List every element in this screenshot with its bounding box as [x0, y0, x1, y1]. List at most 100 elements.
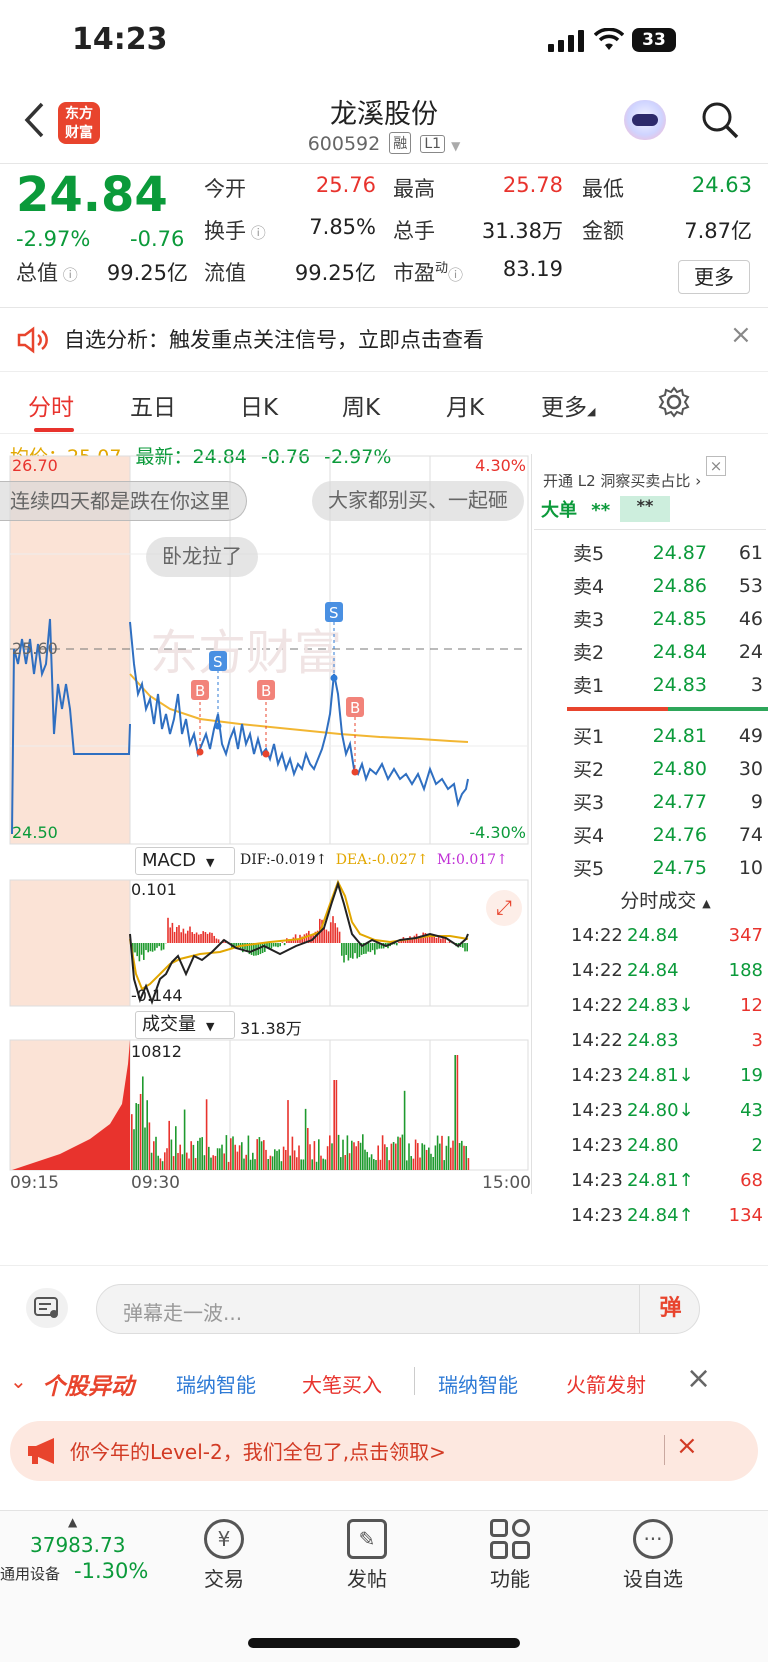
volume-bar [331, 1143, 333, 1170]
notice-text: 自选分析：触发重点关注信号，立即点击查看 [64, 328, 484, 352]
volume-bar [212, 1155, 214, 1170]
danmu-list-icon[interactable] [26, 1288, 68, 1328]
volume-bar [150, 1152, 153, 1170]
nav-functions[interactable]: 功能 [460, 1519, 560, 1592]
volume-bar [346, 1135, 349, 1170]
tab-weekly-k[interactable]: 周K [342, 388, 380, 422]
volume-indicator-select[interactable]: 成交量 ▼ [135, 1011, 235, 1039]
settings-gear-icon[interactable] [658, 386, 690, 418]
tick-row: 14:23 24.81↓ 19 [563, 1058, 768, 1093]
volume-bar [337, 1134, 340, 1170]
level-tag: L1 [420, 135, 446, 153]
danmu-bubble[interactable]: 大家都别买、一起砸 [312, 481, 524, 521]
volume-bar [267, 1159, 269, 1170]
high-label: 最高 [393, 177, 435, 201]
volume-bar [335, 1080, 338, 1170]
grid-icon [490, 1519, 530, 1559]
tab-five-day[interactable]: 五日 [130, 388, 176, 422]
volume-bar [390, 1143, 393, 1170]
volume-bar [359, 1142, 362, 1170]
close-icon[interactable]: × [686, 1361, 711, 1396]
danmu-send-button[interactable]: 弹 [639, 1285, 701, 1333]
danmu-input[interactable]: 弹幕走一波... 弹 [96, 1284, 700, 1334]
tick-row: 14:23 24.80↓ 43 [563, 1093, 768, 1128]
expand-icon[interactable]: ⤢ [486, 890, 522, 926]
volume-bar [313, 1141, 316, 1170]
price-axis-mid: 25.60 [12, 639, 58, 658]
alert-item[interactable]: 大笔买入 [302, 1369, 382, 1398]
alert-item[interactable]: 瑞纳智能 [176, 1369, 256, 1398]
nav-trade[interactable]: ¥ 交易 [174, 1519, 274, 1592]
tick-time: 14:23 [571, 1065, 623, 1086]
change-percent: -2.97% [16, 227, 91, 251]
index-value[interactable]: 37983.73 [30, 1533, 125, 1557]
volume-bar [208, 1146, 210, 1170]
tick-row: 14:23 24.81↑ 68 [563, 1163, 768, 1198]
macd-m: M:0.017↑ [436, 852, 508, 868]
tab-monthly-k[interactable]: 月K [446, 388, 484, 422]
tick-title[interactable]: 分时成交 ▲ [563, 884, 768, 918]
volume-bar [296, 1157, 298, 1170]
volume-bar [432, 1156, 434, 1170]
tab-intraday[interactable]: 分时 [28, 388, 74, 422]
period-tabs: 分时 五日 日K 周K 月K 更多◢ [0, 372, 768, 434]
volume-bar [447, 1136, 450, 1170]
volume-bar [430, 1153, 432, 1170]
index-change[interactable]: -1.30% [74, 1559, 148, 1583]
danmu-bar: 弹幕走一波... 弹 [0, 1265, 768, 1351]
notice-bar[interactable]: 自选分析：触发重点关注信号，立即点击查看 × [0, 308, 768, 372]
volume-bar [428, 1147, 430, 1170]
volume-bar [214, 1155, 217, 1170]
volume-bar [370, 1154, 373, 1170]
volume-label: 总手 [393, 219, 435, 243]
volume-bar [368, 1157, 371, 1170]
nav-post[interactable]: ✎ 发帖 [317, 1519, 417, 1592]
volume-bar [423, 1144, 426, 1170]
tick-volume: 12 [740, 995, 763, 1016]
close-icon[interactable]: × [730, 320, 752, 350]
volume-axis-max: 10812 [131, 1042, 182, 1061]
amount-label: 金额 [582, 219, 624, 243]
volume-bar [249, 1159, 252, 1170]
alert-item[interactable]: 瑞纳智能 [438, 1369, 518, 1398]
price-axis-bottom: 24.50 [12, 823, 58, 842]
volume-bar [421, 1143, 423, 1170]
x-axis-close: 15:00 [482, 1173, 531, 1193]
alert-item[interactable]: 火箭发射 [566, 1369, 646, 1398]
promo-banner[interactable]: 你今年的Level-2，我们全包了,点击领取> × [10, 1421, 758, 1481]
close-l2-icon[interactable]: × [706, 456, 726, 476]
macd-axis-bottom: -0.144 [131, 986, 183, 1005]
volume-bar [203, 1155, 206, 1170]
macd-indicator-select[interactable]: MACD ▼ [135, 847, 235, 875]
turnover-label: 换手 ⓘ [204, 219, 266, 243]
volume-bar [190, 1141, 192, 1170]
x-axis-start: 09:15 [10, 1173, 59, 1193]
close-icon[interactable]: × [676, 1431, 698, 1461]
tick-row: 14:22 24.84 347 [563, 918, 768, 953]
last-price: 24.84 [16, 167, 168, 223]
danmu-bubble[interactable]: 连续四天都是跌在你这里 [0, 481, 247, 521]
danmu-bubble[interactable]: 卧龙拉了 [146, 537, 258, 577]
big-order-label: 大单 ** [541, 500, 611, 521]
l2-link[interactable]: 开通 L2 洞察买卖占比 › [543, 470, 701, 491]
volume-bar [377, 1145, 379, 1170]
pct-axis-bottom: -4.30% [469, 823, 526, 842]
volume-bar [384, 1144, 386, 1170]
index-name[interactable]: 通用设备 [0, 1563, 60, 1584]
robot-assistant-icon[interactable] [624, 100, 666, 140]
volume-bar [148, 1122, 151, 1170]
megaphone-icon [28, 1438, 54, 1464]
tab-more[interactable]: 更多◢ [541, 388, 595, 422]
float-label: 流值 [204, 261, 246, 285]
volume-bar [142, 1076, 144, 1170]
stock-code: 600592 [307, 133, 381, 155]
search-icon[interactable] [700, 100, 740, 140]
volume-bar [311, 1159, 313, 1170]
more-button[interactable]: 更多 [678, 260, 750, 294]
nav-watchlist[interactable]: ··· 设自选 [603, 1519, 703, 1592]
speaker-icon [17, 326, 48, 354]
tick-volume: 2 [751, 1135, 763, 1156]
tab-daily-k[interactable]: 日K [240, 388, 278, 422]
volume-bar [181, 1154, 184, 1170]
collapse-chevron-icon[interactable]: ⌄ [10, 1369, 27, 1393]
